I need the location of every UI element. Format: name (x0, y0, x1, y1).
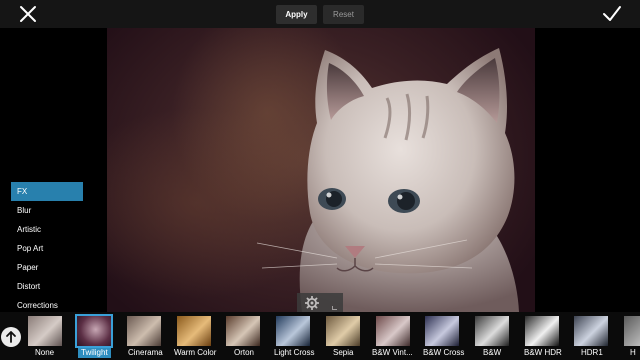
reset-button[interactable]: Reset (323, 5, 364, 24)
filter-thumb-bw-cross[interactable] (425, 316, 459, 346)
filter-label-cinerama: Cinerama (128, 348, 163, 357)
category-distort[interactable]: Distort (11, 277, 83, 296)
category-artistic[interactable]: Artistic (11, 220, 83, 239)
filter-thumb-bw[interactable] (475, 316, 509, 346)
filter-thumb-cinerama[interactable] (127, 316, 161, 346)
filter-thumb-none[interactable] (28, 316, 62, 346)
filter-label-none: None (35, 348, 55, 357)
photo-canvas[interactable] (107, 28, 535, 312)
scroll-up-button[interactable] (1, 327, 21, 347)
top-toolbar: Apply Reset (0, 0, 640, 28)
filter-thumb-orton[interactable] (226, 316, 260, 346)
category-paper[interactable]: Paper (11, 258, 83, 277)
filter-label-bw-cross: B&W Cross (423, 348, 465, 357)
filter-label-h: H (630, 348, 636, 357)
filter-label-light-cross: Light Cross (274, 348, 315, 357)
filter-label-bw: B&W (483, 348, 502, 357)
filter-thumb-h[interactable] (624, 316, 640, 346)
filter-thumb-sepia[interactable] (326, 316, 360, 346)
category-blur[interactable]: Blur (11, 201, 83, 220)
filter-label-bw-hdr: B&W HDR (524, 348, 562, 357)
filter-thumb-light-cross[interactable] (276, 316, 310, 346)
filter-thumb-bw-vintage[interactable] (376, 316, 410, 346)
filter-thumb-hdr1[interactable] (574, 316, 608, 346)
filter-label-twilight: Twilight (78, 348, 111, 358)
filter-label-orton: Orton (234, 348, 255, 357)
gear-icon (305, 296, 319, 310)
checkmark-icon[interactable] (600, 2, 624, 26)
category-pop-art[interactable]: Pop Art (11, 239, 83, 258)
expand-corner-icon (332, 306, 337, 310)
cat-photo (256, 48, 519, 312)
filter-thumb-twilight[interactable] (75, 314, 113, 348)
filter-thumb-warm-color[interactable] (177, 316, 211, 346)
filter-label-hdr1: HDR1 (581, 348, 603, 357)
arrow-up-icon (6, 331, 16, 343)
category-fx[interactable]: FX (11, 182, 83, 201)
category-menu: FX Blur Artistic Pop Art Paper Distort C… (11, 182, 83, 315)
close-icon[interactable] (16, 2, 40, 26)
effect-settings-button[interactable] (297, 293, 343, 313)
filter-label-sepia: Sepia (333, 348, 354, 357)
filter-label-bw-vintage: B&W Vint... (372, 348, 413, 357)
filter-label-warm-color: Warm Color (174, 348, 217, 357)
filter-thumb-bw-hdr[interactable] (525, 316, 559, 346)
apply-button[interactable]: Apply (276, 5, 317, 24)
